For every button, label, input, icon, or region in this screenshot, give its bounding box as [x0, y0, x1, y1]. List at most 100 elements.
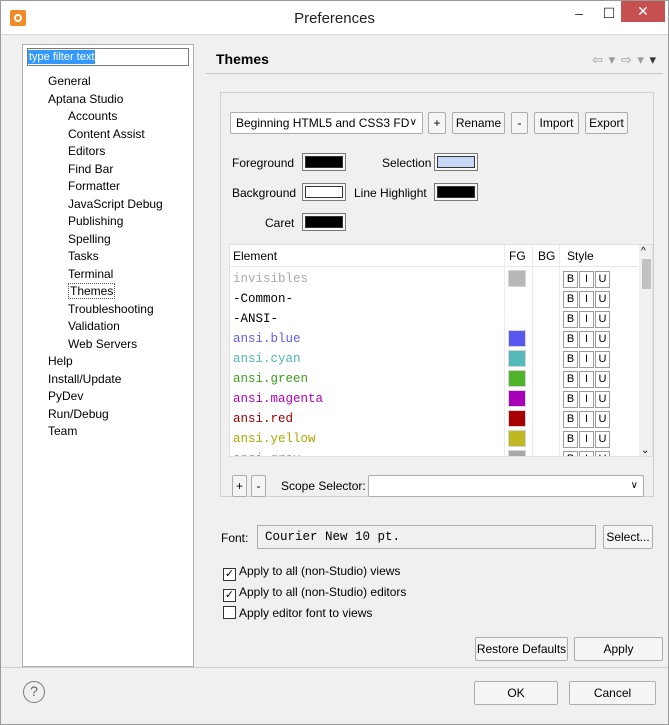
table-row[interactable]: ansi.yellow B I U — [230, 429, 638, 449]
checkbox-icon[interactable] — [223, 606, 236, 619]
italic-toggle[interactable]: I — [579, 331, 594, 348]
bold-toggle[interactable]: B — [563, 371, 578, 388]
underline-toggle[interactable]: U — [595, 411, 610, 428]
table-row[interactable]: -Common- B I U — [230, 289, 638, 309]
tree-item[interactable]: PyDev — [23, 388, 193, 406]
caret-color-button[interactable] — [302, 213, 346, 231]
close-button[interactable]: ✕ — [621, 1, 665, 22]
table-row[interactable]: -ANSI- B I U — [230, 309, 638, 329]
italic-toggle[interactable]: I — [579, 371, 594, 388]
tree-item[interactable]: Spelling — [23, 231, 193, 249]
underline-toggle[interactable]: U — [595, 371, 610, 388]
cancel-button[interactable]: Cancel — [569, 681, 656, 705]
underline-toggle[interactable]: U — [595, 271, 610, 288]
tree-item[interactable]: Install/Update — [23, 371, 193, 389]
tree-item[interactable]: Troubleshooting — [23, 301, 193, 319]
underline-toggle[interactable]: U — [595, 391, 610, 408]
line-highlight-color-button[interactable] — [434, 183, 478, 201]
table-row[interactable]: ansi.green B I U — [230, 369, 638, 389]
fg-color-swatch[interactable] — [508, 410, 526, 427]
bold-toggle[interactable]: B — [563, 391, 578, 408]
tree-item[interactable]: Publishing — [23, 213, 193, 231]
bold-toggle[interactable]: B — [563, 331, 578, 348]
tree-item[interactable]: Tasks — [23, 248, 193, 266]
tree-item[interactable]: Content Assist — [23, 126, 193, 144]
filter-input[interactable]: type filter text — [27, 48, 189, 66]
column-fg[interactable]: FG — [509, 249, 526, 263]
option-checkbox[interactable]: ✓ Apply to all (non-Studio) editors — [223, 585, 406, 602]
tree-item[interactable]: Run/Debug — [23, 406, 193, 424]
bold-toggle[interactable]: B — [563, 411, 578, 428]
tree-item[interactable]: Validation — [23, 318, 193, 336]
minimize-button[interactable]: – — [564, 3, 594, 25]
bold-toggle[interactable]: B — [563, 451, 578, 456]
foreground-color-button[interactable] — [302, 153, 346, 171]
remove-theme-button[interactable]: - — [511, 112, 528, 134]
token-table[interactable]: Element FG BG Style invisibles B I U -Common… — [229, 244, 653, 457]
underline-toggle[interactable]: U — [595, 291, 610, 308]
table-row[interactable]: ansi.blue B I U — [230, 329, 638, 349]
underline-toggle[interactable]: U — [595, 431, 610, 448]
column-element[interactable]: Element — [233, 249, 277, 263]
ok-button[interactable]: OK — [474, 681, 558, 705]
italic-toggle[interactable]: I — [579, 271, 594, 288]
tree-item[interactable]: Find Bar — [23, 161, 193, 179]
italic-toggle[interactable]: I — [579, 431, 594, 448]
scope-selector-combo[interactable]: ∨ — [368, 475, 644, 497]
tree-item[interactable]: JavaScript Debug — [23, 196, 193, 214]
italic-toggle[interactable]: I — [579, 311, 594, 328]
tree-item[interactable]: Accounts — [23, 108, 193, 126]
table-scrollbar[interactable]: ^ ⌄ — [639, 245, 652, 456]
add-theme-button[interactable]: + — [428, 112, 446, 134]
scroll-down-icon[interactable]: ⌄ — [641, 445, 649, 456]
restore-defaults-button[interactable]: Restore Defaults — [475, 637, 568, 661]
italic-toggle[interactable]: I — [579, 291, 594, 308]
checkmark-icon[interactable]: ✓ — [223, 589, 236, 602]
apply-button[interactable]: Apply — [574, 637, 663, 661]
export-button[interactable]: Export — [585, 112, 628, 134]
bold-toggle[interactable]: B — [563, 351, 578, 368]
fg-color-swatch[interactable] — [508, 450, 526, 456]
background-color-button[interactable] — [302, 183, 346, 201]
theme-select[interactable]: Beginning HTML5 and CSS3 FD ∨ — [230, 112, 423, 134]
bold-toggle[interactable]: B — [563, 431, 578, 448]
tree-item[interactable]: Formatter — [23, 178, 193, 196]
fg-color-swatch[interactable] — [508, 270, 526, 287]
tree-item[interactable]: General — [23, 73, 193, 91]
italic-toggle[interactable]: I — [579, 411, 594, 428]
fg-color-swatch[interactable] — [508, 350, 526, 367]
remove-scope-button[interactable]: - — [251, 475, 266, 497]
fg-color-swatch[interactable] — [508, 430, 526, 447]
scroll-thumb[interactable] — [642, 259, 651, 289]
rename-theme-button[interactable]: Rename — [452, 112, 505, 134]
column-bg[interactable]: BG — [538, 249, 555, 263]
import-button[interactable]: Import — [534, 112, 579, 134]
table-row[interactable]: ansi.cyan B I U — [230, 349, 638, 369]
add-scope-button[interactable]: + — [232, 475, 247, 497]
bold-toggle[interactable]: B — [563, 271, 578, 288]
table-row[interactable]: ansi.gray BIU — [230, 449, 638, 456]
underline-toggle[interactable]: U — [595, 331, 610, 348]
italic-toggle[interactable]: I — [579, 351, 594, 368]
tree-item[interactable]: Aptana Studio — [23, 91, 193, 109]
fg-color-swatch[interactable] — [508, 370, 526, 387]
underline-toggle[interactable]: U — [595, 351, 610, 368]
column-style[interactable]: Style — [567, 249, 594, 263]
table-row[interactable]: ansi.red B I U — [230, 409, 638, 429]
underline-toggle[interactable]: U — [595, 451, 610, 456]
option-checkbox[interactable]: ✓ Apply to all (non-Studio) views — [223, 564, 400, 581]
option-checkbox[interactable]: Apply editor font to views — [223, 606, 372, 621]
scroll-up-icon[interactable]: ^ — [641, 246, 646, 257]
pane-sash[interactable] — [200, 44, 204, 667]
italic-toggle[interactable]: I — [579, 451, 594, 456]
checkmark-icon[interactable]: ✓ — [223, 568, 236, 581]
select-font-button[interactable]: Select... — [603, 525, 653, 549]
help-icon[interactable]: ? — [23, 681, 45, 703]
maximize-button[interactable]: ☐ — [594, 3, 624, 25]
table-row[interactable]: ansi.magenta B I U — [230, 389, 638, 409]
italic-toggle[interactable]: I — [579, 391, 594, 408]
underline-toggle[interactable]: U — [595, 311, 610, 328]
bold-toggle[interactable]: B — [563, 311, 578, 328]
fg-color-swatch[interactable] — [508, 390, 526, 407]
tree-item[interactable]: Help — [23, 353, 193, 371]
